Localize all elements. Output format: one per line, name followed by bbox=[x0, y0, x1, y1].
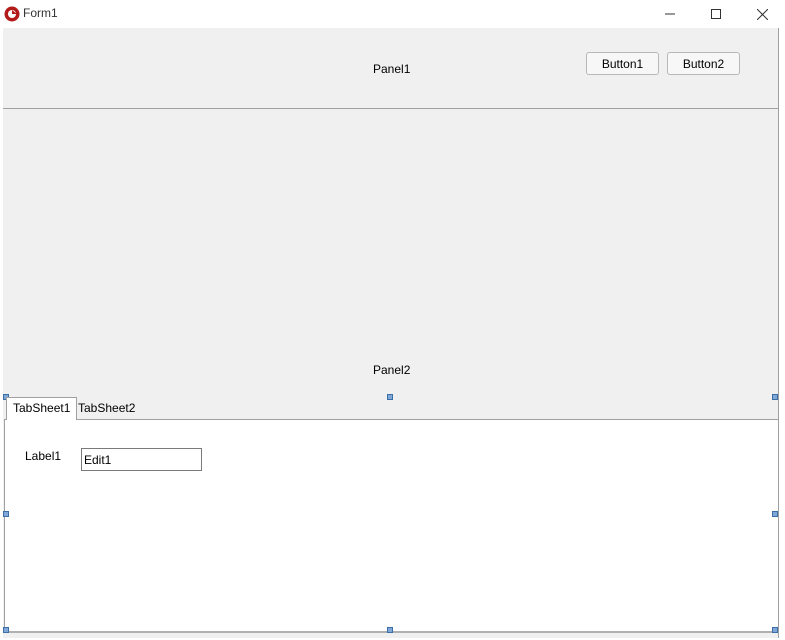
selection-handle-bottom-left[interactable] bbox=[3, 627, 9, 633]
selection-handle-middle-left[interactable] bbox=[3, 511, 9, 517]
page-control-tabs: TabSheet1 TabSheet2 bbox=[3, 397, 778, 420]
panel1-caption: Panel1 bbox=[373, 62, 411, 76]
panel1[interactable]: Panel1 Button1 Button2 bbox=[3, 28, 778, 109]
maximize-button[interactable] bbox=[693, 0, 739, 28]
panel2[interactable]: Panel2 bbox=[3, 109, 778, 397]
panel2-caption: Panel2 bbox=[373, 363, 411, 377]
selection-handle-top-center[interactable] bbox=[387, 394, 393, 400]
window-title: Form1 bbox=[23, 6, 58, 20]
tabsheet1-page: Label1 bbox=[4, 419, 779, 633]
minimize-button[interactable] bbox=[647, 0, 693, 28]
selection-handle-bottom-center[interactable] bbox=[387, 627, 393, 633]
label1: Label1 bbox=[25, 449, 62, 463]
selection-handle-top-right[interactable] bbox=[772, 394, 778, 400]
minimize-icon bbox=[665, 13, 675, 15]
app-logo-icon bbox=[4, 6, 20, 22]
close-icon bbox=[756, 8, 768, 20]
button2[interactable]: Button2 bbox=[667, 52, 740, 75]
selection-handle-middle-right[interactable] bbox=[772, 511, 778, 517]
form-client-area: Panel1 Button1 Button2 Panel2 TabSheet1 … bbox=[3, 28, 779, 638]
close-button[interactable] bbox=[739, 0, 785, 28]
maximize-icon bbox=[711, 9, 721, 19]
tab-tabsheet2[interactable]: TabSheet2 bbox=[72, 399, 141, 419]
selection-handle-bottom-right[interactable] bbox=[772, 627, 778, 633]
edit1-field[interactable] bbox=[81, 448, 202, 471]
tab-tabsheet1[interactable]: TabSheet1 bbox=[6, 397, 78, 420]
button1[interactable]: Button1 bbox=[586, 52, 659, 75]
title-bar[interactable]: Form1 bbox=[0, 0, 785, 28]
